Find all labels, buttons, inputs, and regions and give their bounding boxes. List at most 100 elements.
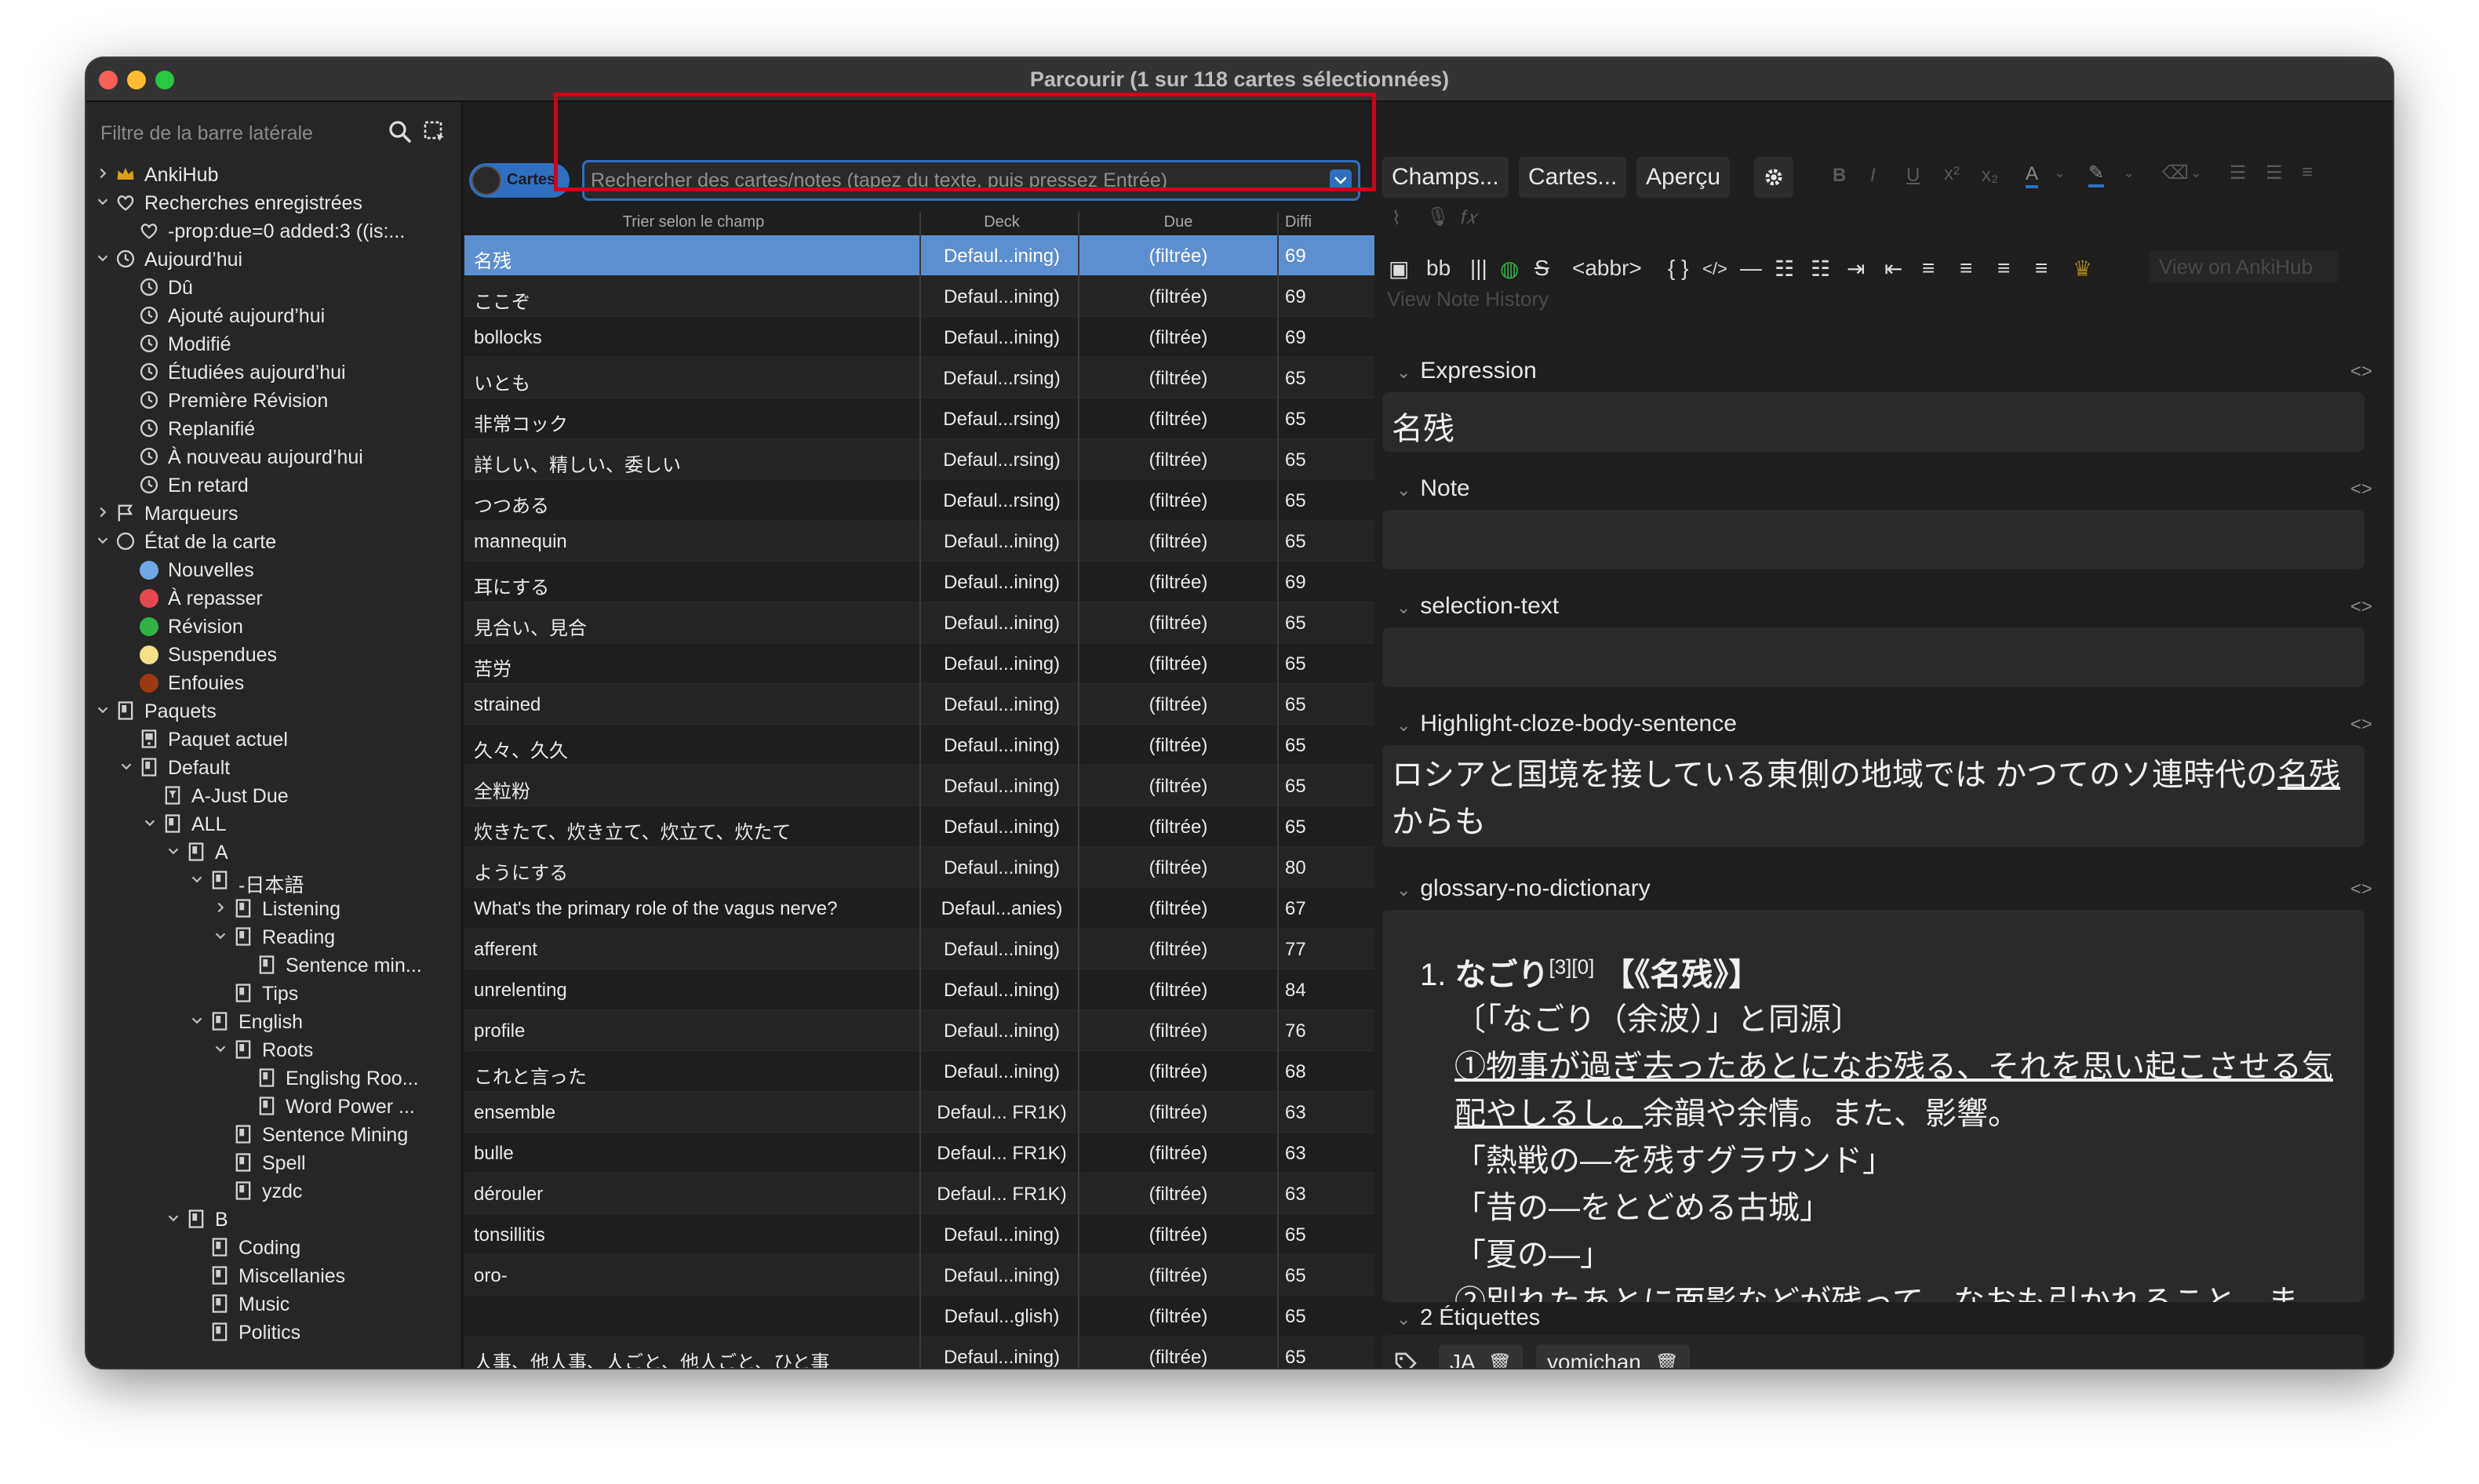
field-input-glossary[interactable]: 1. なごり[3][0] 【《名残》】 〔「なごり（余波）」と同源〕 ①物事が過…	[1382, 910, 2364, 1302]
sidebar-item[interactable]: Englishg Roo...	[86, 1064, 461, 1092]
chevron-down-icon[interactable]	[94, 701, 111, 718]
sidebar-item[interactable]: A-Just Due	[86, 781, 461, 809]
globe-icon[interactable]: ◍	[1500, 256, 1519, 282]
column-header-difficulty[interactable]: Diffi	[1285, 213, 1374, 231]
attachment-icon[interactable]: ⌇	[1392, 207, 1401, 230]
view-on-ankihub-button[interactable]: View on AnkiHub	[2150, 251, 2338, 282]
code-button[interactable]: </>	[1702, 259, 1727, 279]
tag-chip[interactable]: JA 🗑	[1439, 1344, 1523, 1368]
chevron-down-icon[interactable]	[212, 1040, 229, 1057]
eraser-icon[interactable]: ⌫	[2162, 162, 2189, 184]
highlight-color-icon[interactable]: ✎	[2088, 162, 2105, 187]
sidebar-item[interactable]: Sentence min...	[86, 951, 461, 979]
cards-button[interactable]: Cartes...	[1519, 157, 1627, 198]
chevron-down-icon[interactable]: ⌄	[2054, 165, 2066, 181]
sidebar-item[interactable]: En retard	[86, 471, 461, 499]
microphone-icon[interactable]: 🎙	[1426, 206, 1450, 228]
fields-button[interactable]: Champs...	[1382, 157, 1509, 198]
sidebar-item[interactable]: Modifié	[86, 329, 461, 358]
align-right-icon[interactable]: ≡	[1997, 256, 2010, 281]
sidebar-item[interactable]: Spell	[86, 1148, 461, 1177]
unordered-list-icon[interactable]: ☰	[2230, 162, 2247, 184]
html-toggle-icon[interactable]: <>	[2350, 878, 2372, 900]
field-label-glossary[interactable]: ⌄ glossary-no-dictionary	[1396, 875, 1651, 902]
align-center-icon[interactable]: ≡	[1922, 256, 1935, 281]
sidebar-item[interactable]: B	[86, 1205, 461, 1233]
sidebar-item[interactable]: A	[86, 838, 461, 866]
chevron-right-icon[interactable]	[212, 899, 229, 916]
strikethrough-icon[interactable]: S	[1534, 256, 1549, 281]
sidebar-item[interactable]: Reading	[86, 922, 461, 951]
sidebar-item[interactable]: Recherches enregistrées	[86, 188, 461, 216]
sidebar-item[interactable]: -prop:due=0 added:3 ((is:...	[86, 216, 461, 245]
chevron-right-icon[interactable]	[94, 165, 111, 182]
html-toggle-icon[interactable]: <>	[2350, 361, 2372, 383]
field-input-expression[interactable]: 名残	[1382, 392, 2364, 452]
field-label-note[interactable]: ⌄ Note	[1396, 475, 1470, 502]
sidebar-item[interactable]: Suspendues	[86, 640, 461, 668]
cards-notes-toggle[interactable]: Cartes	[469, 163, 570, 198]
settings-button[interactable]	[1754, 157, 1793, 198]
outdent-icon[interactable]: ⇤	[1884, 256, 1902, 282]
chevron-down-icon[interactable]	[165, 1209, 182, 1227]
chevron-down-icon[interactable]	[94, 532, 111, 549]
selection-tool-icon[interactable]	[422, 119, 447, 144]
sidebar-item[interactable]: Replanifié	[86, 414, 461, 442]
sidebar-item[interactable]: AnkiHub	[86, 160, 461, 188]
field-input-selection-text[interactable]	[1382, 627, 2364, 687]
chevron-down-icon[interactable]: ⌄	[2190, 165, 2202, 181]
field-label-expression[interactable]: ⌄ Expression	[1396, 358, 1537, 384]
tag-editor[interactable]: JA 🗑 yomichan 🗑	[1382, 1335, 2364, 1368]
underline-icon[interactable]: U	[1906, 165, 1920, 187]
search-input[interactable]	[591, 167, 1328, 194]
sidebar-item[interactable]: Politics	[86, 1318, 461, 1346]
horizontal-rule-icon[interactable]: —	[1740, 256, 1762, 281]
formula-icon[interactable]: f𝑥	[1461, 207, 1476, 229]
chevron-down-icon[interactable]	[188, 871, 206, 888]
sidebar-item[interactable]: Étudiées aujourd’hui	[86, 358, 461, 386]
sidebar-item[interactable]: yzdc	[86, 1177, 461, 1205]
field-input-highlight-cloze[interactable]: ロシアと国境を接している東側の地域では かつてのソ連時代の名残からも	[1382, 745, 2364, 847]
sidebar-item[interactable]: Paquets	[86, 697, 461, 725]
field-label-selection-text[interactable]: ⌄ selection-text	[1396, 593, 1559, 620]
sidebar-item[interactable]: Sentence Mining	[86, 1120, 461, 1148]
subscript-icon[interactable]: x₂	[1982, 165, 1998, 187]
sidebar-item[interactable]: English	[86, 1007, 461, 1035]
column-header-deck[interactable]: Deck	[927, 213, 1076, 231]
search-box[interactable]	[582, 160, 1360, 201]
braces-button[interactable]: { }	[1668, 256, 1688, 281]
chevron-down-icon[interactable]	[1330, 169, 1352, 191]
bb-button[interactable]: bb	[1426, 256, 1451, 281]
sidebar-item[interactable]: Word Power ...	[86, 1092, 461, 1120]
sidebar-item[interactable]: Music	[86, 1289, 461, 1318]
indent-icon[interactable]: ⇥	[1847, 256, 1865, 282]
chevron-down-icon[interactable]	[94, 249, 111, 267]
sidebar-item[interactable]: Dû	[86, 273, 461, 301]
text-color-icon[interactable]: A	[2026, 163, 2039, 188]
bullet-list-icon[interactable]: ☷	[1775, 256, 1794, 282]
italic-icon[interactable]: I	[1870, 165, 1876, 187]
sidebar-item[interactable]: Enfouies	[86, 668, 461, 697]
trash-icon[interactable]: 🗑	[1655, 1353, 1679, 1368]
abbr-button[interactable]: <abbr>	[1572, 256, 1642, 281]
sidebar-item[interactable]: Aujourd’hui	[86, 245, 461, 273]
sidebar-item[interactable]: Coding	[86, 1233, 461, 1261]
sidebar-item[interactable]: Nouvelles	[86, 555, 461, 584]
sidebar-item[interactable]: Ajouté aujourd’hui	[86, 301, 461, 329]
html-toggle-icon[interactable]: <>	[2350, 714, 2372, 736]
preview-button[interactable]: Aperçu	[1636, 157, 1731, 198]
justify-icon[interactable]: ≡	[2035, 256, 2048, 281]
sidebar-item[interactable]: État de la carte	[86, 527, 461, 555]
sidebar-item[interactable]: Listening	[86, 894, 461, 922]
image-icon[interactable]: ▣	[1389, 256, 1409, 282]
chevron-down-icon[interactable]	[94, 193, 111, 210]
bold-icon[interactable]: B	[1833, 165, 1846, 187]
sidebar-item[interactable]: Tips	[86, 979, 461, 1007]
bars-button[interactable]: |||	[1470, 256, 1487, 281]
field-input-note[interactable]	[1382, 510, 2364, 569]
sidebar-item[interactable]: Roots	[86, 1035, 461, 1064]
sidebar-item[interactable]: À nouveau aujourd’hui	[86, 442, 461, 471]
tag-chip[interactable]: yomichan 🗑	[1536, 1344, 1691, 1368]
sidebar-item[interactable]: ALL	[86, 809, 461, 838]
sidebar-item[interactable]: À repasser	[86, 584, 461, 612]
